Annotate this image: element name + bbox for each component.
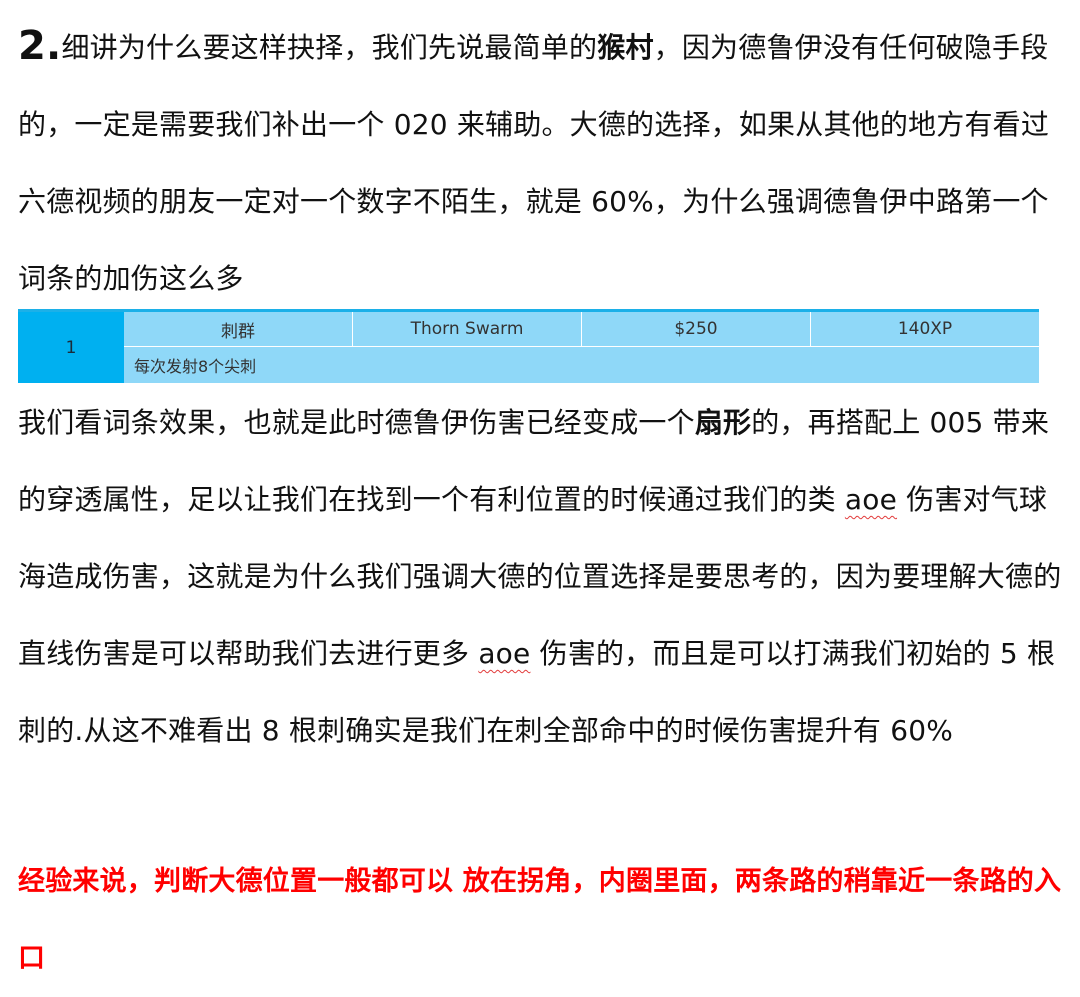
- paragraph-intro: 2.细讲为什么要这样抉择，我们先说最简单的猴村，因为德鲁伊没有任何破隐手段的，一…: [18, 8, 1062, 317]
- upgrade-description: 每次发射8个尖刺: [124, 347, 1039, 383]
- spellcheck-word: aoe: [478, 637, 531, 670]
- upgrade-table: 1 刺群 Thorn Swarm $250 140XP 每次发射8个尖刺: [18, 309, 1039, 383]
- paragraph-tip-highlight: 经验来说，判断大德位置一般都可以 放在拐角，内圈里面，两条路的稍靠近一条路的入口: [18, 866, 1062, 974]
- upgrade-row: 刺群 Thorn Swarm $250 140XP: [124, 312, 1039, 347]
- paragraph-text: ，因为德鲁伊没有任何破隐手段的，一定是需要我们补出一个 020 来辅助。大德的选…: [18, 31, 1050, 295]
- upgrade-name-en: Thorn Swarm: [352, 312, 581, 347]
- bold-term-monkey-village: 猴村: [597, 31, 654, 64]
- bold-term-fan-shape: 扇形: [694, 406, 752, 439]
- upgrade-index: 1: [18, 312, 124, 383]
- spellcheck-word: aoe: [844, 483, 898, 516]
- section-number: 2.: [18, 23, 62, 69]
- upgrade-xp: 140XP: [810, 312, 1039, 347]
- upgrade-cost: $250: [581, 312, 810, 347]
- paragraph-text: 我们看词条效果，也就是此时德鲁伊伤害已经变成一个: [18, 406, 695, 439]
- upgrade-name-cn: 刺群: [124, 312, 352, 347]
- paragraph-text: 细讲为什么要这样抉择，我们先说最简单的: [61, 31, 598, 64]
- paragraph-analysis: 我们看词条效果，也就是此时德鲁伊伤害已经变成一个扇形的，再搭配上 005 带来的…: [18, 384, 1062, 769]
